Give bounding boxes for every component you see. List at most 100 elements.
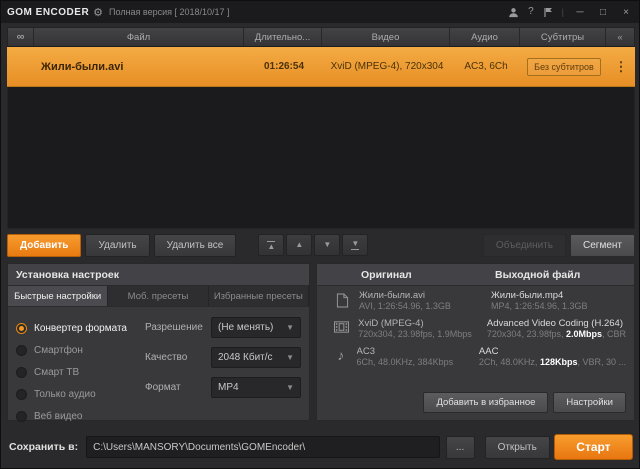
info-row-file: Жили-были.avi AVI, 1:26:54.96, 1.3GB Жил…: [317, 286, 634, 314]
user-icon[interactable]: [508, 7, 519, 18]
arrow-down-icon: ▼: [323, 240, 332, 249]
film-icon: [325, 318, 358, 339]
resolution-label: Разрешение: [145, 322, 203, 333]
original-audio-info: AC3 6Ch, 48.0KHz, 384Kbps: [357, 346, 479, 367]
file-icon: [325, 290, 359, 311]
segment-button[interactable]: Сегмент: [570, 233, 635, 257]
radio-label: Конвертер формата: [34, 322, 127, 334]
info-row-video: XviD (MPEG-4) 720x304, 23.98fps, 1.9Mbps…: [317, 314, 634, 342]
format-field: Формат MP4 ▼: [145, 377, 301, 398]
merge-button[interactable]: Объединить: [482, 233, 567, 257]
add-to-favorites-button[interactable]: Добавить в избранное: [423, 392, 549, 413]
radio-off-icon: [16, 344, 27, 356]
maximize-button[interactable]: □: [596, 7, 610, 18]
info-row-audio: ♪ AC3 6Ch, 48.0KHz, 384Kbps AAC 2Ch, 48.…: [317, 342, 634, 370]
column-header-video: Видео: [322, 28, 450, 46]
tab-favorite-presets[interactable]: Избранные пресеты: [209, 286, 309, 306]
subtitles-button[interactable]: Без субтитров: [527, 57, 601, 76]
remove-button[interactable]: Удалить: [85, 233, 150, 257]
music-note-icon: ♪: [337, 347, 345, 363]
radio-off-icon: [16, 410, 27, 422]
settings-panel-title: Установка настроек: [8, 264, 309, 286]
row-menu-cell: ⋮: [607, 59, 635, 75]
radio-format-converter[interactable]: Конвертер формата: [16, 317, 141, 339]
gear-icon[interactable]: ⚙: [93, 6, 103, 19]
tab-mobile-presets[interactable]: Моб. пресеты: [108, 286, 209, 306]
title-bar: GOM ENCODER ⚙ Полная версия [ 2018/10/17…: [1, 1, 639, 23]
row-audio-info: AC3, 6Ch: [464, 61, 508, 72]
remove-all-button[interactable]: Удалить все: [153, 233, 237, 257]
original-audio-details: 6Ch, 48.0KHz, 384Kbps: [356, 357, 454, 367]
output-column-title: Выходной файл: [495, 269, 581, 281]
save-path-input[interactable]: [86, 436, 440, 458]
settings-tabs: Быстрые настройки Моб. пресеты Избранные…: [8, 286, 309, 307]
table-row[interactable]: Жили-были.avi 01:26:54 XviD (MPEG-4), 72…: [7, 47, 635, 87]
settings-panel: Установка настроек Быстрые настройки Моб…: [7, 263, 310, 422]
row-menu-dots-icon[interactable]: ⋮: [615, 59, 628, 75]
output-video-details: 720x304, 23.98fps, 2.0Mbps, CBR: [486, 329, 626, 339]
original-file-details: AVI, 1:26:54.96, 1.3GB: [359, 301, 451, 311]
file-list-empty-area[interactable]: [7, 87, 635, 229]
row-file-name: Жили-были.avi: [41, 60, 124, 73]
format-value: MP4: [218, 382, 239, 393]
help-icon[interactable]: ?: [528, 7, 534, 17]
info-panel-buttons: Добавить в избранное Настройки: [423, 392, 626, 413]
info-panel-header: Оригинал Выходной файл: [317, 264, 634, 286]
output-video-info: Advanced Video Coding (H.264) 720x304, 2…: [487, 318, 626, 339]
original-column-title: Оригинал: [361, 269, 412, 281]
output-audio-codec: AAC: [478, 346, 499, 357]
app-title: GOM ENCODER: [7, 6, 90, 18]
quality-field: Качество 2048 Кбит/с ▼: [145, 347, 301, 368]
original-file-info: Жили-были.avi AVI, 1:26:54.96, 1.3GB: [359, 290, 491, 311]
radio-web-video[interactable]: Веб видео: [16, 405, 141, 427]
quality-value: 2048 Кбит/с: [218, 352, 273, 363]
move-to-bottom-button[interactable]: ▼: [342, 234, 369, 256]
pin-icon[interactable]: [543, 7, 553, 18]
arrow-up-icon: ▲: [295, 240, 304, 249]
collapse-columns-header[interactable]: «: [606, 28, 634, 46]
row-subtitles-cell: Без субтитров: [521, 57, 607, 76]
move-up-button[interactable]: ▲: [286, 234, 313, 256]
original-file-name: Жили-были.avi: [359, 290, 425, 301]
quick-settings-fields: Разрешение (Не менять) ▼ Качество 2048 К…: [141, 317, 301, 427]
radio-smartphone[interactable]: Смартфон: [16, 339, 141, 361]
link-icon: ∞: [16, 31, 25, 43]
tab-quick-settings[interactable]: Быстрые настройки: [8, 286, 109, 306]
radio-smart-tv[interactable]: Смарт ТВ: [16, 361, 141, 383]
radio-off-icon: [16, 366, 27, 378]
resolution-select[interactable]: (Не менять) ▼: [211, 317, 301, 338]
bottom-bar: Сохранить в: ... Открыть Старт: [1, 431, 640, 463]
radio-audio-only[interactable]: Только аудио: [16, 383, 141, 405]
format-select[interactable]: MP4 ▼: [211, 377, 301, 398]
chevron-down-icon: ▼: [286, 323, 294, 332]
browse-button[interactable]: ...: [445, 435, 475, 459]
output-video-codec: Advanced Video Coding (H.264): [486, 318, 623, 329]
mode-radio-group: Конвертер формата Смартфон Смарт ТВ Толь…: [16, 317, 141, 427]
radio-on-icon: [16, 322, 27, 334]
original-video-details: 720x304, 23.98fps, 1.9Mbps: [358, 329, 472, 339]
original-audio-codec: AC3: [356, 346, 375, 357]
info-panel: Оригинал Выходной файл Жили-были.avi AVI…: [316, 263, 635, 421]
original-video-info: XviD (MPEG-4) 720x304, 23.98fps, 1.9Mbps: [358, 318, 487, 339]
quality-select[interactable]: 2048 Кбит/с ▼: [211, 347, 301, 368]
settings-button[interactable]: Настройки: [553, 392, 626, 413]
output-file-details: MP4, 1:26:54.96, 1.3GB: [491, 301, 588, 311]
radio-label: Смартфон: [34, 344, 83, 356]
column-header-file: Файл: [34, 28, 244, 46]
output-file-info: Жили-были.mp4 MP4, 1:26:54.96, 1.3GB: [491, 290, 626, 311]
close-button[interactable]: ×: [619, 7, 633, 18]
add-button[interactable]: Добавить: [7, 233, 82, 257]
bottom-bar-icon: [351, 248, 360, 250]
link-column-header: ∞: [8, 28, 34, 46]
quality-label: Качество: [145, 352, 188, 363]
start-button[interactable]: Старт: [553, 434, 633, 460]
move-to-top-button[interactable]: ▲: [258, 234, 285, 256]
resolution-value: (Не менять): [218, 322, 274, 333]
arrow-down-icon: ▼: [351, 238, 360, 248]
minimize-button[interactable]: ─: [573, 7, 587, 18]
format-label: Формат: [145, 382, 181, 393]
open-folder-button[interactable]: Открыть: [484, 435, 550, 459]
radio-label: Веб видео: [34, 410, 83, 422]
move-down-button[interactable]: ▼: [314, 234, 341, 256]
original-video-codec: XviD (MPEG-4): [358, 318, 424, 329]
